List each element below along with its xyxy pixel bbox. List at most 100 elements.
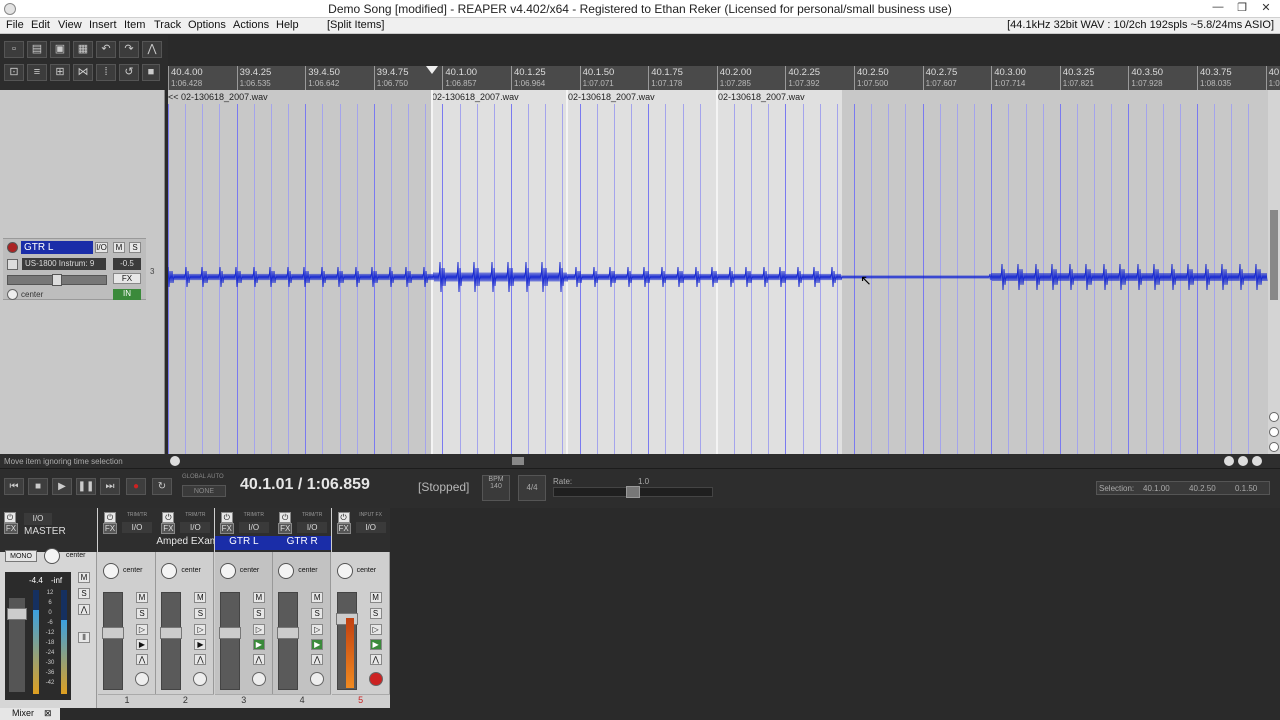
- lock-icon[interactable]: ■: [142, 64, 160, 81]
- track-header-gtr-l[interactable]: GTR L I/O M S US-1800 Instrum: 9 -0.5 FX…: [3, 238, 154, 300]
- strip-record-arm-icon[interactable]: [368, 672, 383, 686]
- track-io-button[interactable]: I/O: [95, 242, 108, 253]
- redo-icon[interactable]: ↷: [119, 41, 139, 58]
- strip-pan-knob[interactable]: [219, 563, 236, 579]
- mixer-strip[interactable]: ⏻ FX INPUT FX I/O center M S ▷ ▶ ⋀ 5: [331, 508, 390, 708]
- mixer-strip[interactable]: ⏻ FX TRIM/TR I/O center M S ▷ ▶ ⋀ 1: [98, 508, 156, 708]
- grid-lines-icon[interactable]: ⁞: [96, 64, 116, 81]
- strip-io-button[interactable]: I/O: [355, 522, 386, 533]
- volume-slider-handle[interactable]: [52, 274, 62, 286]
- strip-solo-button[interactable]: S: [136, 608, 148, 619]
- h-zoom-out-icon[interactable]: [1238, 456, 1248, 466]
- menu-actions[interactable]: Actions: [233, 19, 269, 31]
- strip-fader-cap[interactable]: [277, 627, 300, 639]
- minimize-button[interactable]: —: [1206, 1, 1230, 16]
- close-button[interactable]: ✕: [1254, 1, 1278, 16]
- time-signature-field[interactable]: 4/4: [518, 475, 546, 501]
- vertical-scrollbar[interactable]: [1268, 90, 1280, 454]
- menu-item[interactable]: Item: [124, 19, 145, 31]
- strip-power-icon[interactable]: ⏻: [104, 512, 116, 523]
- strip-name[interactable]: GTR L: [214, 536, 273, 550]
- close-mixer-icon[interactable]: ⊠: [44, 708, 52, 719]
- strip-record-arm-icon[interactable]: [251, 672, 266, 686]
- master-solo-button[interactable]: S: [78, 588, 90, 599]
- strip-input-monitor-icon[interactable]: ▶: [311, 639, 324, 650]
- selection-info[interactable]: Selection: 40.1.00 40.2.50 0.1.50: [1096, 481, 1270, 495]
- global-auto-button[interactable]: NONE: [182, 485, 226, 497]
- strip-automation-icon[interactable]: ⋀: [252, 654, 265, 665]
- track-fx-button[interactable]: FX: [113, 273, 141, 284]
- time-position-display[interactable]: 40.1.01 / 1:06.859: [240, 476, 370, 494]
- strip-solo-button[interactable]: S: [311, 608, 324, 619]
- strip-mute-button[interactable]: M: [369, 592, 382, 603]
- strip-fader[interactable]: [160, 592, 183, 690]
- menu-view[interactable]: View: [58, 19, 82, 31]
- record-arm-icon[interactable]: [7, 242, 18, 253]
- zoom-out-icon[interactable]: [1269, 427, 1279, 437]
- master-fader-cap[interactable]: [7, 608, 27, 620]
- restore-button[interactable]: ❐: [1230, 1, 1254, 16]
- envelope-icon[interactable]: ⋈: [73, 64, 93, 81]
- strip-fx-button[interactable]: FX: [336, 523, 351, 534]
- strip-automation-icon[interactable]: ⋀: [369, 654, 382, 665]
- strip-record-arm-icon[interactable]: [310, 672, 325, 686]
- strip-mute-button[interactable]: M: [311, 592, 324, 603]
- playhead-marker-icon[interactable]: [426, 66, 438, 74]
- strip-fx-bypass-icon[interactable]: ▷: [194, 624, 207, 635]
- arrange-view[interactable]: << 02-130618_2007.wav 02-130618_2007.wav…: [168, 90, 1268, 454]
- strip-name[interactable]: Amped EXamp: [156, 536, 215, 550]
- record-button[interactable]: ●: [126, 478, 146, 495]
- strip-pan-knob[interactable]: [103, 563, 119, 579]
- project-settings-icon[interactable]: ▦: [73, 41, 93, 58]
- vertical-scroll-thumb[interactable]: [1270, 210, 1278, 300]
- timeline-ruler[interactable]: 40.4.00 1:06.428 39.4.25 1:06.535 39.4.50 1:0…: [168, 66, 1280, 90]
- mixer-strip[interactable]: ⏻FX TRIM/TR I/O Amped EXamp center MS ▷ ▶ ⋀ 2: [156, 508, 215, 708]
- track-name-field[interactable]: GTR L: [21, 241, 93, 254]
- strip-pan-knob[interactable]: [336, 563, 353, 579]
- scroll-down-icon[interactable]: [1269, 442, 1279, 452]
- strip-automation-icon[interactable]: ⋀: [194, 654, 207, 665]
- rate-slider[interactable]: [553, 486, 713, 498]
- mixer-strip[interactable]: ⏻ FX TRIM/TR I/O GTR L center M S ▷ ▶ ⋀ 3: [214, 508, 273, 708]
- strip-input-monitor-icon[interactable]: ▶: [194, 639, 207, 650]
- strip-input-monitor-icon[interactable]: ▶: [136, 639, 148, 650]
- track-volume-slider[interactable]: [7, 274, 107, 286]
- go-to-start-button[interactable]: ⏮: [4, 478, 24, 495]
- strip-solo-button[interactable]: S: [194, 608, 207, 619]
- undo-icon[interactable]: ↶: [96, 41, 116, 58]
- menu-help[interactable]: Help: [276, 19, 299, 31]
- strip-name[interactable]: GTR R: [273, 536, 332, 550]
- repeat-toggle[interactable]: ↻: [152, 478, 172, 495]
- master-fader-slot[interactable]: [7, 598, 27, 692]
- strip-io-button[interactable]: I/O: [122, 522, 152, 533]
- strip-fx-bypass-icon[interactable]: ▷: [369, 624, 382, 635]
- strip-fx-button[interactable]: FX: [103, 523, 117, 534]
- strip-fader-cap[interactable]: [218, 627, 241, 639]
- strip-name[interactable]: [331, 536, 390, 550]
- loop-icon[interactable]: ↺: [119, 64, 139, 81]
- ripple-edit-icon[interactable]: ≡: [27, 64, 47, 81]
- strip-power-icon[interactable]: ⏻: [337, 512, 350, 523]
- strip-power-icon[interactable]: ⏻: [162, 512, 175, 523]
- strip-io-button[interactable]: I/O: [238, 522, 269, 533]
- grid-snap-icon[interactable]: ⊡: [4, 64, 24, 81]
- input-monitor-icon[interactable]: [7, 259, 18, 270]
- input-select[interactable]: US-1800 Instrum: 9: [22, 258, 106, 270]
- strip-fx-bypass-icon[interactable]: ▷: [311, 624, 324, 635]
- strip-fader-cap[interactable]: [160, 627, 183, 639]
- go-to-end-button[interactable]: ⏭: [100, 478, 120, 495]
- strip-fx-button[interactable]: FX: [278, 523, 293, 534]
- save-project-icon[interactable]: ▣: [50, 41, 70, 58]
- master-power-icon[interactable]: ⏻: [4, 512, 16, 523]
- strip-power-icon[interactable]: ⏻: [220, 512, 233, 523]
- open-project-icon[interactable]: ▤: [27, 41, 47, 58]
- scroll-left-icon[interactable]: [170, 456, 180, 466]
- strip-fader[interactable]: [218, 592, 241, 690]
- strip-pan-knob[interactable]: [278, 563, 295, 579]
- input-fx-button[interactable]: IN: [113, 289, 141, 300]
- master-io-button[interactable]: I/O: [24, 513, 52, 525]
- strip-mute-button[interactable]: M: [136, 592, 148, 603]
- strip-input-monitor-icon[interactable]: ▶: [369, 639, 382, 650]
- mixer-strip[interactable]: ⏻ FX TRIM/TR I/O GTR R center M S ▷ ▶ ⋀ 4: [273, 508, 332, 708]
- master-phase-icon[interactable]: ⫴: [78, 632, 90, 643]
